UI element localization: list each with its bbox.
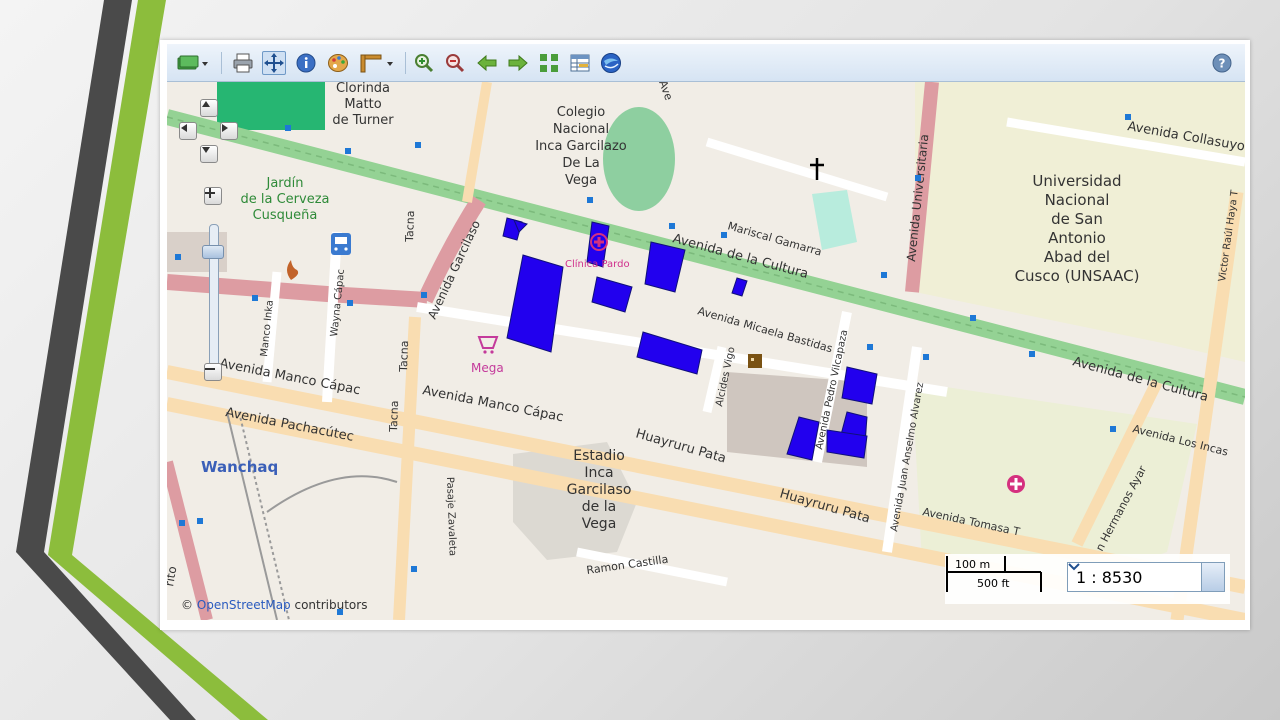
info-button[interactable]: [294, 51, 318, 75]
pan-icon: [264, 53, 284, 73]
label-tacna-2: Tacna: [397, 340, 411, 373]
scale-dropdown[interactable]: 1 : 8530: [1067, 562, 1225, 592]
forward-arrow-icon: [508, 54, 528, 72]
table-button[interactable]: [568, 51, 592, 75]
plaza-area: [812, 190, 857, 250]
sports-field: [603, 107, 675, 211]
map-tiles: Clorinda Matto de Turner Colegio Nacional In…: [167, 82, 1245, 620]
label-clinica-pardo: Clínica Pardo: [565, 258, 630, 270]
zoom-slider-thumb[interactable]: [202, 245, 224, 259]
label-tacna-3: Tacna: [387, 400, 401, 433]
attribution-prefix: ©: [181, 598, 197, 612]
chevron-left-icon: [181, 124, 187, 132]
pan-down-button[interactable]: [200, 145, 218, 163]
full-extent-button[interactable]: [537, 51, 561, 75]
scale-dropdown-button[interactable]: [1068, 563, 1224, 591]
label-wanchaq: Wanchaq: [201, 458, 278, 476]
help-button[interactable]: ?: [1210, 51, 1234, 75]
label-mega: Mega: [471, 361, 504, 375]
zoom-out-button[interactable]: [443, 51, 467, 75]
scale-imperial: 500 ft: [977, 577, 1010, 590]
back-arrow-icon: [477, 54, 497, 72]
pan-up-button[interactable]: [200, 99, 218, 117]
label-manco-capac-2: Avenida Manco Cápac: [421, 383, 564, 425]
chevron-down-icon: [1068, 563, 1080, 571]
minus-icon: [205, 368, 215, 370]
map-attribution: © OpenStreetMap contributors: [181, 598, 367, 612]
railway: [226, 411, 278, 620]
poi-bus-icon: [331, 233, 351, 255]
pan-button[interactable]: [262, 51, 286, 75]
chevron-right-icon: [222, 124, 228, 132]
forward-button[interactable]: [506, 51, 530, 75]
poi-hospital-icon: [1007, 475, 1025, 493]
globe-icon: [601, 53, 621, 73]
table-icon: [570, 54, 590, 72]
label-huayruru-pata-1: Huayruru Pata: [634, 426, 728, 466]
layers-button[interactable]: [175, 51, 211, 75]
poi-shop-icon: [477, 336, 499, 354]
pan-left-button[interactable]: [179, 122, 197, 140]
chevron-up-icon: [202, 101, 210, 107]
zoom-out-control[interactable]: [204, 363, 222, 381]
toolbar-separator: [221, 52, 222, 74]
plus-icon: [205, 188, 215, 198]
full-extent-icon: [540, 54, 558, 72]
poi-fire-icon: [287, 260, 299, 280]
svg-text:?: ?: [1219, 57, 1226, 71]
scale-ratio: 1 : 8530: [1076, 567, 1143, 587]
label-clorinda: Clorinda Matto de Turner: [332, 82, 394, 128]
road-southwest: [167, 460, 213, 620]
railway-track: [238, 411, 290, 620]
print-icon: [233, 53, 253, 73]
map-canvas[interactable]: Clorinda Matto de Turner Colegio Nacional In…: [167, 82, 1245, 620]
zoom-in-button[interactable]: [412, 51, 436, 75]
measure-icon: [360, 54, 393, 73]
back-button[interactable]: [475, 51, 499, 75]
label-pasaje-zavaleta: Pasaje Zavaleta: [444, 477, 458, 557]
zoom-in-control[interactable]: [204, 187, 222, 205]
scale-bar: 100 m 500 ft: [946, 556, 1042, 592]
pan-zoom-control: [175, 96, 239, 396]
style-button[interactable]: [326, 51, 350, 75]
print-button[interactable]: [231, 51, 255, 75]
label-jardin: Jardín de la Cerveza Cusqueña: [241, 176, 330, 223]
poi-market-icon: [748, 354, 762, 368]
label-rito: rito: [167, 565, 179, 587]
zoom-in-icon: [415, 54, 434, 73]
label-ave-top: Ave: [656, 82, 675, 102]
zoom-out-icon: [446, 54, 465, 73]
osm-link[interactable]: OpenStreetMap: [197, 598, 291, 612]
help-icon: ?: [1212, 53, 1232, 73]
layers-icon: [177, 55, 208, 70]
pan-right-button[interactable]: [220, 122, 238, 140]
label-avenida-micaela: Avenida Micaela Bastidas: [696, 304, 834, 355]
measure-button[interactable]: [358, 51, 398, 75]
attribution-suffix: contributors: [290, 598, 368, 612]
google-earth-button[interactable]: [599, 51, 623, 75]
scale-metric: 100 m: [955, 558, 990, 571]
label-tacna-1: Tacna: [403, 210, 417, 243]
railway-curve: [266, 475, 398, 513]
toolbar-separator: [405, 52, 406, 74]
chevron-down-icon: [202, 147, 210, 153]
info-icon: [296, 53, 316, 73]
road-mariscal-gamarra: [705, 137, 889, 202]
road-north: [462, 82, 492, 203]
scale-panel: 100 m 500 ft 1 : 8530: [945, 554, 1230, 604]
palette-icon: [328, 54, 348, 72]
map-toolbar: ?: [167, 44, 1245, 82]
